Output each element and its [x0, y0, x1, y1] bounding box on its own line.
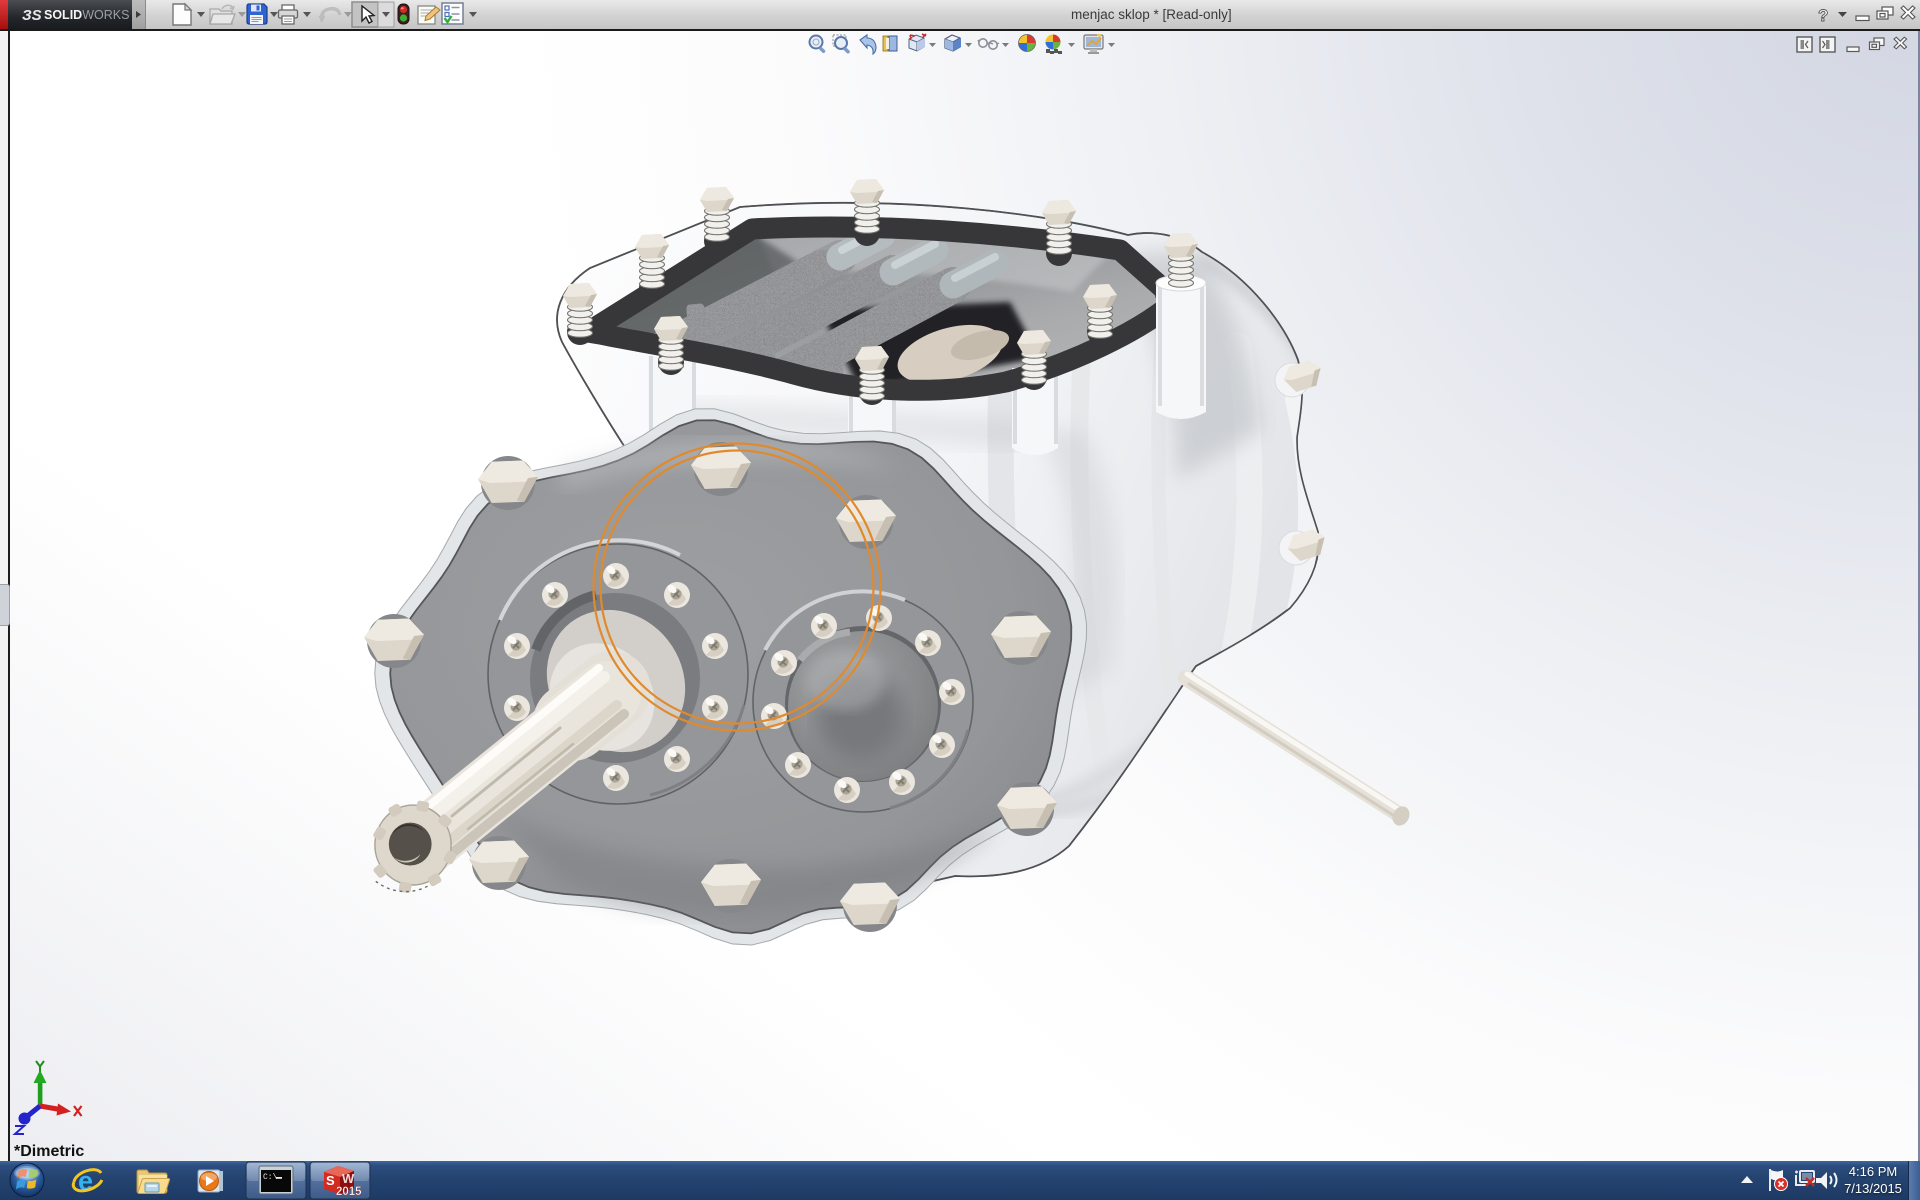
- svg-text:2015: 2015: [336, 1186, 362, 1198]
- svg-text:W: W: [342, 1171, 355, 1186]
- svg-text:SOLIDWORKS: SOLIDWORKS: [44, 8, 129, 22]
- svg-text:ЗS: ЗS: [22, 7, 42, 24]
- svg-text:S: S: [326, 1173, 335, 1188]
- svg-text:?: ?: [1818, 6, 1828, 25]
- svg-text:C:\: C:\: [263, 1173, 278, 1182]
